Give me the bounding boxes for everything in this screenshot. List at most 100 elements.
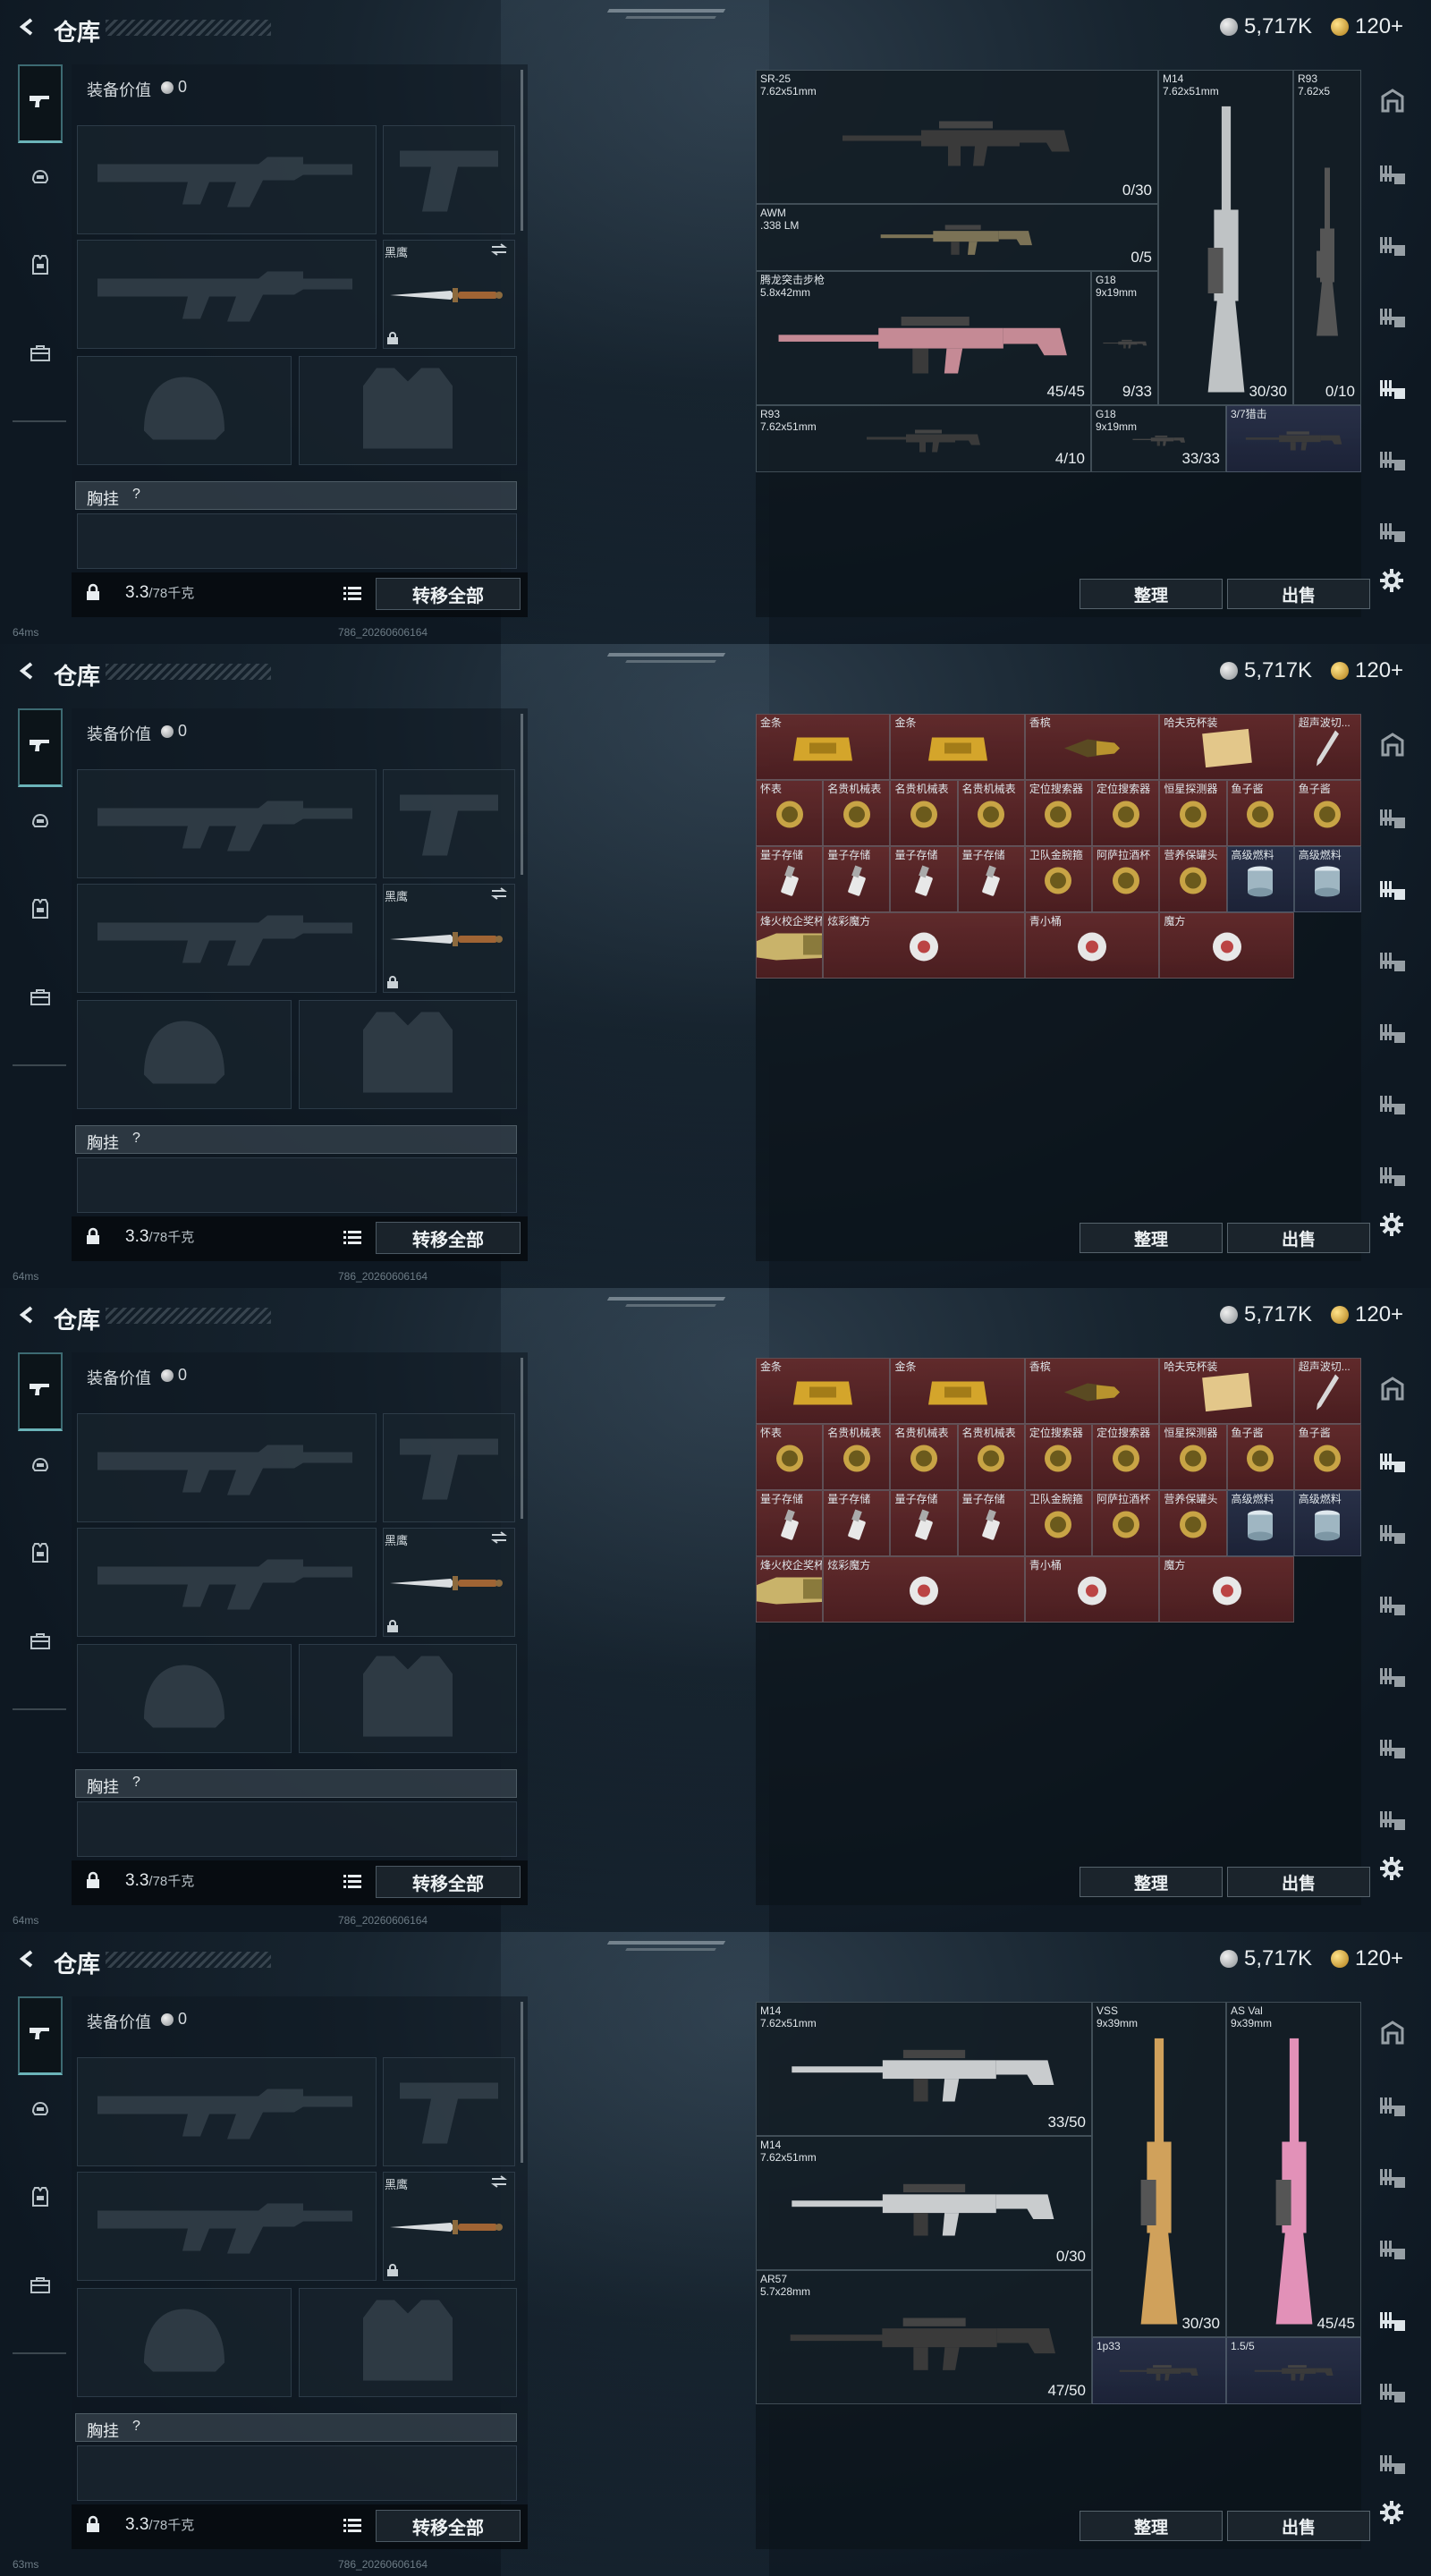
storage-tab-3[interactable] xyxy=(1376,231,1410,265)
chest-rig-help[interactable]: ? xyxy=(132,487,140,503)
sell-button[interactable]: 出售 xyxy=(1227,579,1370,609)
primary-weapon-slot[interactable] xyxy=(77,769,377,878)
storage-tab-2[interactable] xyxy=(1376,803,1410,837)
storage-item[interactable]: 量子存储 xyxy=(890,1490,958,1556)
storage-item[interactable]: 阿萨拉酒杯 xyxy=(1092,846,1160,912)
weapon-item[interactable]: R93 7.62x51mm 4/10 xyxy=(756,405,1091,472)
gold-currency[interactable]: 120+ xyxy=(1331,1302,1403,1327)
helmet-slot[interactable] xyxy=(77,356,292,465)
storage-tab-5[interactable] xyxy=(1376,1662,1410,1696)
weapon-item[interactable]: SR-25 7.62x51mm 0/30 xyxy=(756,70,1158,204)
tab-helmet[interactable] xyxy=(18,161,63,197)
sell-button[interactable]: 出售 xyxy=(1227,1867,1370,1897)
sort-button[interactable]: 整理 xyxy=(1080,1867,1223,1897)
storage-item[interactable]: 炫彩魔方 xyxy=(823,912,1025,979)
storage-item[interactable]: 香槟 xyxy=(1024,714,1160,780)
tab-helmet[interactable] xyxy=(18,1449,63,1485)
list-icon[interactable] xyxy=(343,1230,361,1249)
tab-backpack[interactable] xyxy=(18,1624,63,1660)
gold-currency[interactable]: 120+ xyxy=(1331,658,1403,683)
chest-rig-help[interactable]: ? xyxy=(132,1775,140,1791)
settings-gear-icon[interactable] xyxy=(1379,568,1404,597)
storage-item[interactable]: 鱼子酱 xyxy=(1293,1424,1361,1490)
storage-item[interactable]: 鱼子酱 xyxy=(1293,780,1361,846)
storage-item[interactable]: 魔方 xyxy=(1159,912,1294,979)
storage-tab-2[interactable] xyxy=(1376,2091,1410,2125)
sell-button[interactable]: 出售 xyxy=(1227,1223,1370,1253)
weapon-item[interactable]: M14 7.62x51mm 30/30 xyxy=(1158,70,1293,405)
storage-tab-5[interactable] xyxy=(1376,1018,1410,1052)
weapon-item[interactable]: G18 9x19mm 9/33 xyxy=(1091,271,1158,405)
chest-rig-slot[interactable] xyxy=(75,1125,517,1154)
back-arrow-icon[interactable] xyxy=(18,1306,36,1324)
storage-tab-7[interactable] xyxy=(1376,1161,1410,1195)
sort-button[interactable]: 整理 xyxy=(1080,579,1223,609)
list-icon[interactable] xyxy=(343,586,361,605)
tab-backpack[interactable] xyxy=(18,2268,63,2304)
tab-weapons[interactable] xyxy=(18,64,63,143)
storage-tab-6[interactable] xyxy=(1376,2377,1410,2411)
pistol-slot[interactable] xyxy=(383,2057,515,2166)
tab-vest[interactable] xyxy=(18,893,63,928)
storage-item[interactable]: 名贵机械表 xyxy=(957,780,1025,846)
loadout-scrollbar[interactable] xyxy=(521,1358,523,1519)
storage-item[interactable]: 定位搜索器 xyxy=(1024,1424,1093,1490)
storage-item[interactable]: 名贵机械表 xyxy=(890,780,958,846)
transfer-all-button[interactable]: 转移全部 xyxy=(376,1222,521,1254)
storage-tab-3[interactable] xyxy=(1376,875,1410,909)
storage-tab-5[interactable] xyxy=(1376,374,1410,408)
chest-rig-slot[interactable] xyxy=(75,481,517,510)
pistol-slot[interactable] xyxy=(383,769,515,878)
tab-weapons[interactable] xyxy=(18,708,63,787)
armor-slot[interactable] xyxy=(299,1000,517,1109)
chest-rig-help[interactable]: ? xyxy=(132,2419,140,2435)
storage-item[interactable]: 名贵机械表 xyxy=(890,1424,958,1490)
storage-tab-2[interactable] xyxy=(1376,159,1410,193)
back-arrow-icon[interactable] xyxy=(18,18,36,36)
storage-tab-6[interactable] xyxy=(1376,445,1410,479)
weapon-item[interactable]: AR57 5.7x28mm 47/50 xyxy=(756,2270,1092,2404)
storage-item[interactable]: 量子存储 xyxy=(756,1490,824,1556)
storage-item[interactable]: 金条 xyxy=(890,1358,1025,1424)
storage-tab-4[interactable] xyxy=(1376,946,1410,980)
storage-item[interactable]: 定位搜索器 xyxy=(1092,1424,1160,1490)
armor-slot[interactable] xyxy=(299,1644,517,1753)
sort-button[interactable]: 整理 xyxy=(1080,2511,1223,2541)
secondary-weapon-slot[interactable] xyxy=(77,2172,377,2281)
weapon-item[interactable]: 1.5/5 xyxy=(1226,2337,1361,2404)
storage-item[interactable]: 量子存储 xyxy=(756,846,824,912)
storage-tab-2[interactable] xyxy=(1376,1447,1410,1481)
tab-backpack[interactable] xyxy=(18,980,63,1016)
swap-icon[interactable] xyxy=(490,243,508,260)
storage-item[interactable]: 恒星探测器 xyxy=(1159,1424,1227,1490)
storage-tab-1[interactable] xyxy=(1376,2018,1410,2052)
storage-tab-7[interactable] xyxy=(1376,1805,1410,1839)
storage-tab-1[interactable] xyxy=(1376,730,1410,764)
secondary-weapon-slot[interactable] xyxy=(77,884,377,993)
settings-gear-icon[interactable] xyxy=(1379,2500,1404,2529)
storage-tab-6[interactable] xyxy=(1376,1733,1410,1767)
swap-icon[interactable] xyxy=(490,1531,508,1548)
storage-item[interactable]: 金条 xyxy=(756,1358,891,1424)
tab-weapons[interactable] xyxy=(18,1352,63,1431)
pistol-slot[interactable] xyxy=(383,125,515,234)
storage-item[interactable]: 营养保罐头 xyxy=(1159,846,1227,912)
chest-rig-help[interactable]: ? xyxy=(132,1131,140,1147)
list-icon[interactable] xyxy=(343,1874,361,1893)
storage-tab-6[interactable] xyxy=(1376,1089,1410,1123)
storage-item[interactable]: 烽火校企奖杯 xyxy=(756,912,824,979)
tab-helmet[interactable] xyxy=(18,805,63,841)
storage-item[interactable]: 量子存储 xyxy=(823,1490,891,1556)
storage-tab-4[interactable] xyxy=(1376,2234,1410,2268)
storage-item[interactable]: 卫队金腕箍 xyxy=(1024,846,1093,912)
primary-weapon-slot[interactable] xyxy=(77,2057,377,2166)
storage-item[interactable]: 高级燃料 xyxy=(1293,1490,1361,1556)
helmet-slot[interactable] xyxy=(77,1644,292,1753)
storage-item[interactable]: 量子存储 xyxy=(823,846,891,912)
loadout-scrollbar[interactable] xyxy=(521,2002,523,2163)
storage-item[interactable]: 名贵机械表 xyxy=(823,1424,891,1490)
storage-item[interactable]: 营养保罐头 xyxy=(1159,1490,1227,1556)
storage-item[interactable]: 魔方 xyxy=(1159,1556,1294,1623)
sell-button[interactable]: 出售 xyxy=(1227,2511,1370,2541)
pistol-slot[interactable] xyxy=(383,1413,515,1522)
